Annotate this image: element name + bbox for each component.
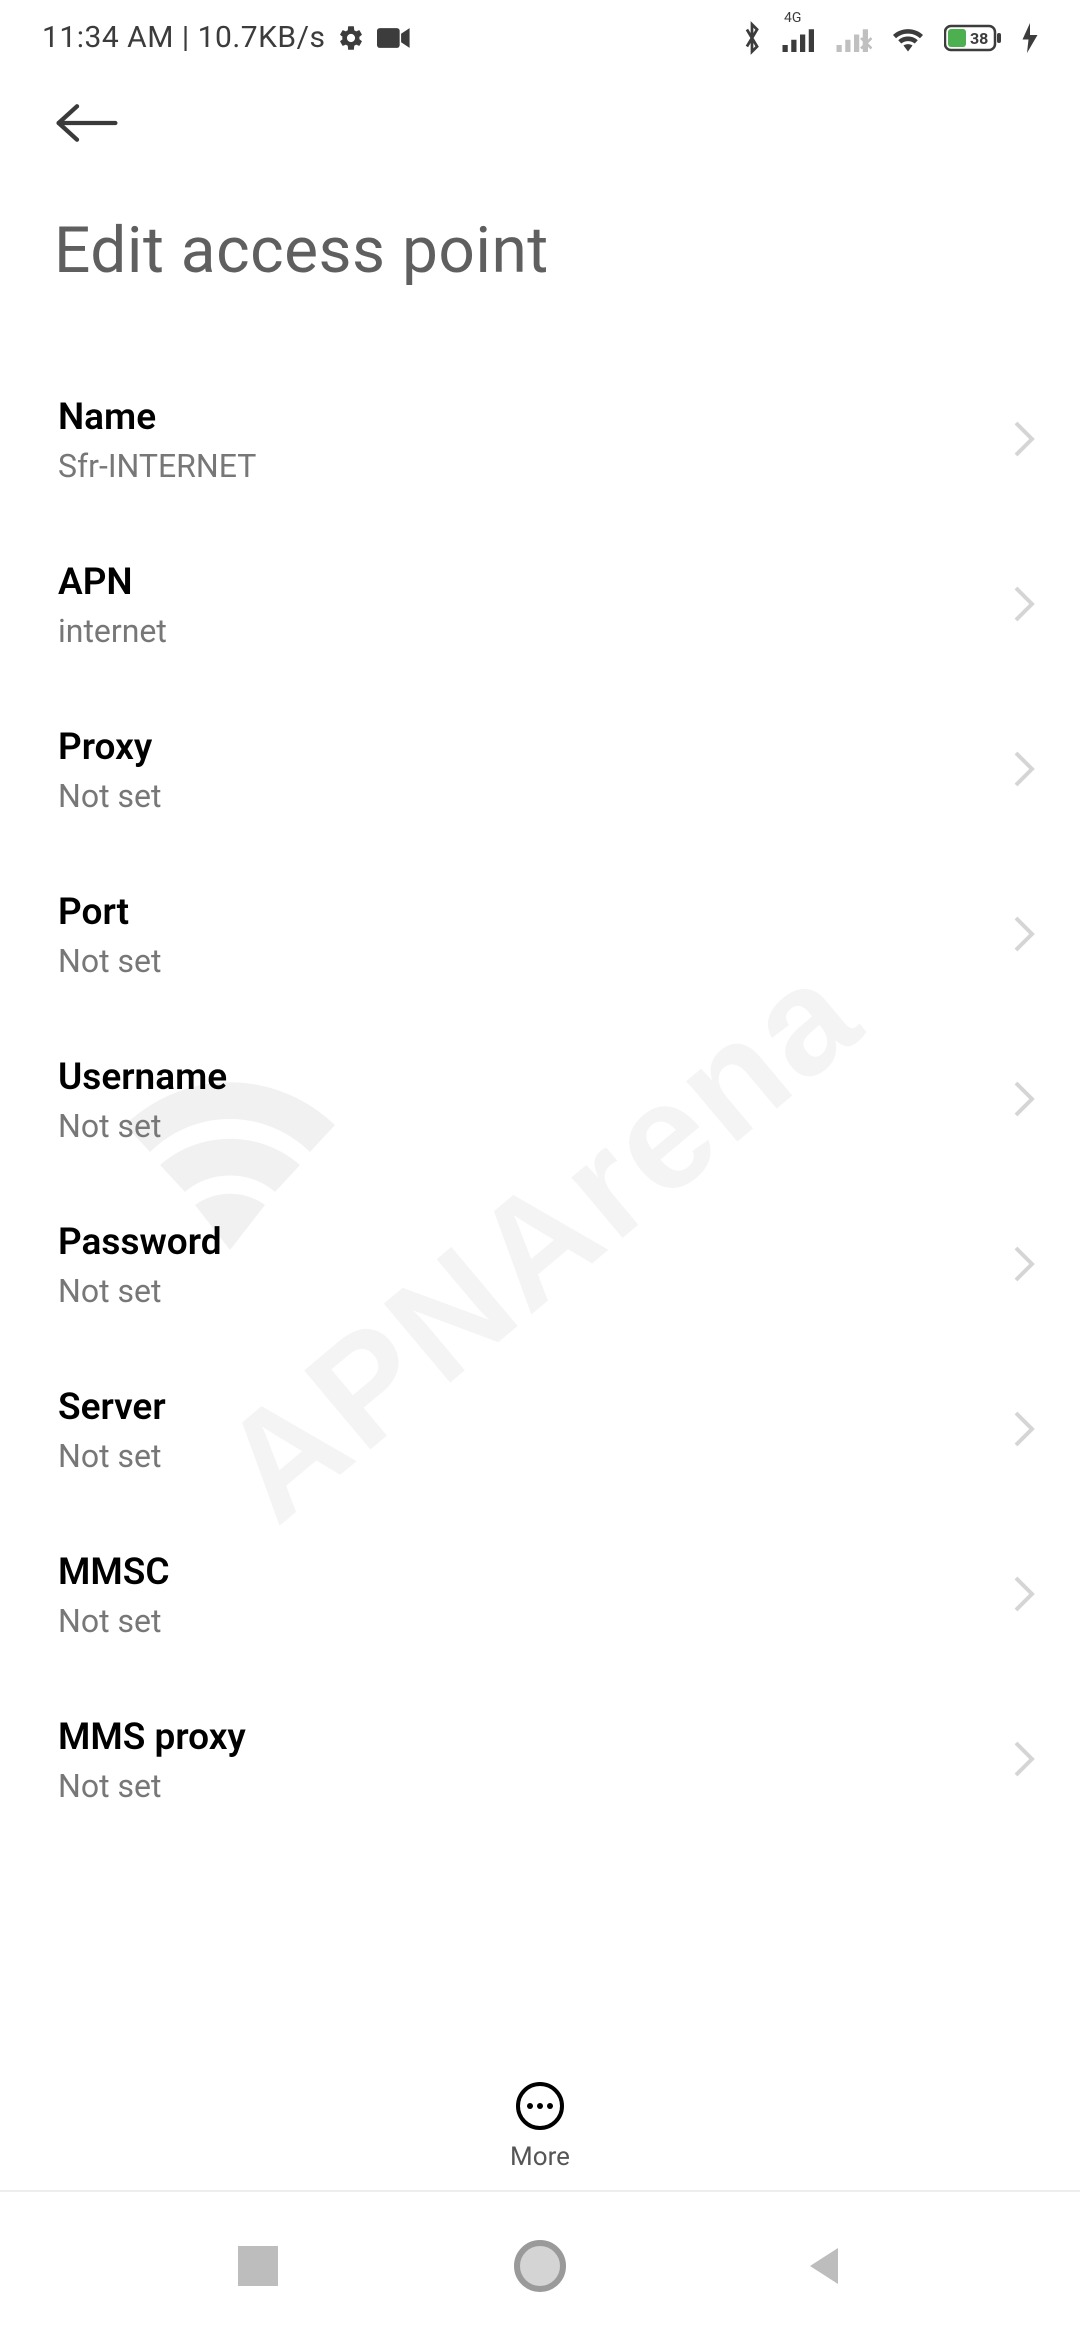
nav-home-button[interactable] <box>514 2240 566 2292</box>
chevron-right-icon <box>1012 1244 1036 1288</box>
gear-icon <box>337 24 365 52</box>
back-icon[interactable] <box>52 103 122 143</box>
row-name[interactable]: Name Sfr-INTERNET <box>0 358 1080 523</box>
row-mmsc[interactable]: MMSC Not set <box>0 1513 1080 1678</box>
row-value: Not set <box>58 1437 166 1475</box>
row-value: Not set <box>58 1602 170 1640</box>
row-value: Not set <box>58 942 161 980</box>
chevron-right-icon <box>1012 1739 1036 1783</box>
chevron-right-icon <box>1012 1079 1036 1123</box>
row-port[interactable]: Port Not set <box>0 853 1080 1018</box>
nav-back-button[interactable] <box>802 2244 842 2288</box>
row-username[interactable]: Username Not set <box>0 1018 1080 1183</box>
chevron-right-icon <box>1012 1409 1036 1453</box>
row-label: Port <box>58 891 161 934</box>
nav-recents-button[interactable] <box>238 2246 278 2286</box>
row-value: Not set <box>58 777 161 815</box>
row-apn[interactable]: APN internet <box>0 523 1080 688</box>
row-label: APN <box>58 561 167 604</box>
row-proxy[interactable]: Proxy Not set <box>0 688 1080 853</box>
battery-icon: 38 <box>944 23 1004 53</box>
row-value: Sfr-INTERNET <box>58 447 256 485</box>
row-label: Password <box>58 1221 222 1264</box>
bluetooth-icon <box>740 21 764 55</box>
wifi-icon <box>890 24 926 52</box>
status-bar: 11:34 AM | 10.7KB/s 4G 38 <box>0 0 1080 75</box>
status-left: 11:34 AM | 10.7KB/s <box>42 20 411 55</box>
chevron-right-icon <box>1012 584 1036 628</box>
cellular-signal-no-sim-icon <box>836 24 872 52</box>
chevron-right-icon <box>1012 914 1036 958</box>
row-server[interactable]: Server Not set <box>0 1348 1080 1513</box>
row-label: MMSC <box>58 1551 170 1594</box>
video-camera-icon <box>377 26 411 50</box>
row-label: Name <box>58 396 256 439</box>
row-label: Proxy <box>58 726 161 769</box>
charging-icon <box>1022 23 1038 53</box>
chevron-right-icon <box>1012 1574 1036 1618</box>
status-time-text: 11:34 AM | 10.7KB/s <box>42 20 325 55</box>
apn-settings-list: Name Sfr-INTERNET APN internet Proxy Not… <box>0 358 1080 1843</box>
row-value: Not set <box>58 1272 222 1310</box>
system-nav-bar <box>0 2190 1080 2340</box>
status-right: 4G 38 <box>740 21 1038 55</box>
chevron-right-icon <box>1012 749 1036 793</box>
row-label: Username <box>58 1056 227 1099</box>
more-label: More <box>510 2142 570 2172</box>
more-icon <box>516 2082 564 2130</box>
row-mms-proxy[interactable]: MMS proxy Not set <box>0 1678 1080 1843</box>
cellular-signal-4g-icon: 4G <box>782 24 818 52</box>
row-value: Not set <box>58 1107 227 1145</box>
row-password[interactable]: Password Not set <box>0 1183 1080 1348</box>
row-value: internet <box>58 612 167 650</box>
page-title: Edit access point <box>0 147 1080 288</box>
row-label: MMS proxy <box>58 1716 246 1759</box>
more-action[interactable]: More <box>0 2056 1080 2172</box>
row-label: Server <box>58 1386 166 1429</box>
chevron-right-icon <box>1012 419 1036 463</box>
row-value: Not set <box>58 1767 246 1805</box>
